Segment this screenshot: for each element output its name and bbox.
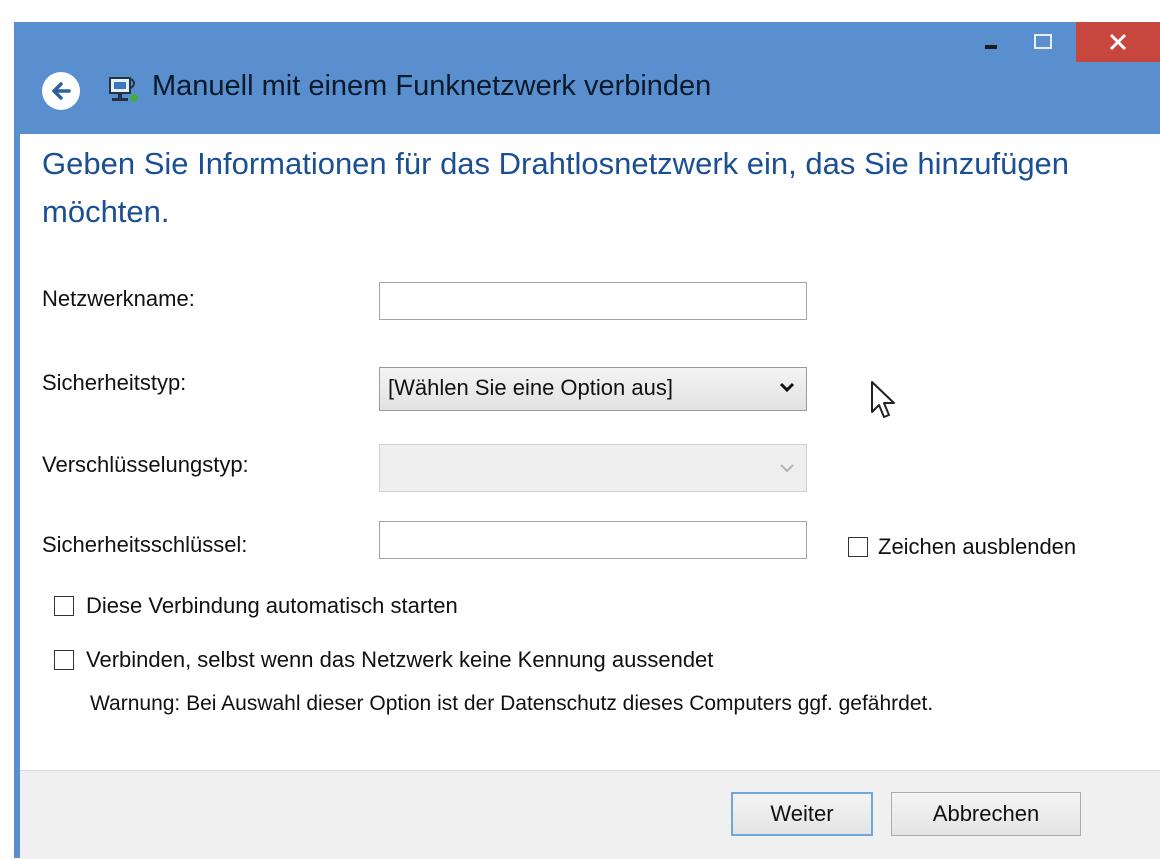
encryption-type-label: Verschlüsselungstyp: <box>42 452 249 477</box>
auto-connect-checkbox[interactable] <box>54 596 74 616</box>
window-title: Manuell mit einem Funknetzwerk verbinden <box>152 70 712 102</box>
screen-background-top <box>0 0 1160 22</box>
page-headline: Geben Sie Informationen für das Drahtlos… <box>42 146 1070 229</box>
minimize-icon <box>985 45 997 49</box>
security-key-label: Sicherheitsschlüssel: <box>42 532 248 557</box>
next-button[interactable]: Weiter <box>731 792 873 836</box>
dropdown-arrow-icon <box>780 464 794 473</box>
security-key-input[interactable] <box>379 521 807 559</box>
cancel-button[interactable]: Abbrechen <box>891 792 1081 836</box>
security-type-value: [Wählen Sie eine Option aus] <box>388 375 673 400</box>
mouse-cursor-icon <box>871 381 895 418</box>
network-name-input[interactable] <box>379 282 807 320</box>
security-type-label: Sicherheitstyp: <box>42 370 187 395</box>
privacy-warning: Warnung: Bei Auswahl dieser Option ist d… <box>90 692 934 715</box>
back-arrow-icon <box>52 82 71 100</box>
hide-characters-label[interactable]: Zeichen ausblenden <box>878 534 1076 560</box>
network-icon <box>109 77 138 102</box>
hide-characters-checkbox[interactable] <box>848 537 868 557</box>
security-type-select[interactable]: [Wählen Sie eine Option aus] <box>379 367 807 411</box>
dropdown-arrow-icon <box>779 382 795 393</box>
encryption-type-select <box>379 444 807 492</box>
minimize-button[interactable] <box>972 22 1012 62</box>
maximize-button[interactable] <box>1020 22 1066 62</box>
screen-background-left <box>0 0 14 858</box>
network-name-label: Netzwerkname: <box>42 286 195 311</box>
close-button[interactable] <box>1076 22 1160 62</box>
auto-connect-label[interactable]: Diese Verbindung automatisch starten <box>86 593 458 619</box>
close-icon <box>1109 33 1127 51</box>
connect-hidden-checkbox[interactable] <box>54 650 74 670</box>
maximize-icon <box>1034 34 1052 49</box>
back-button[interactable] <box>42 72 80 110</box>
connect-hidden-label[interactable]: Verbinden, selbst wenn das Netzwerk kein… <box>86 647 713 673</box>
